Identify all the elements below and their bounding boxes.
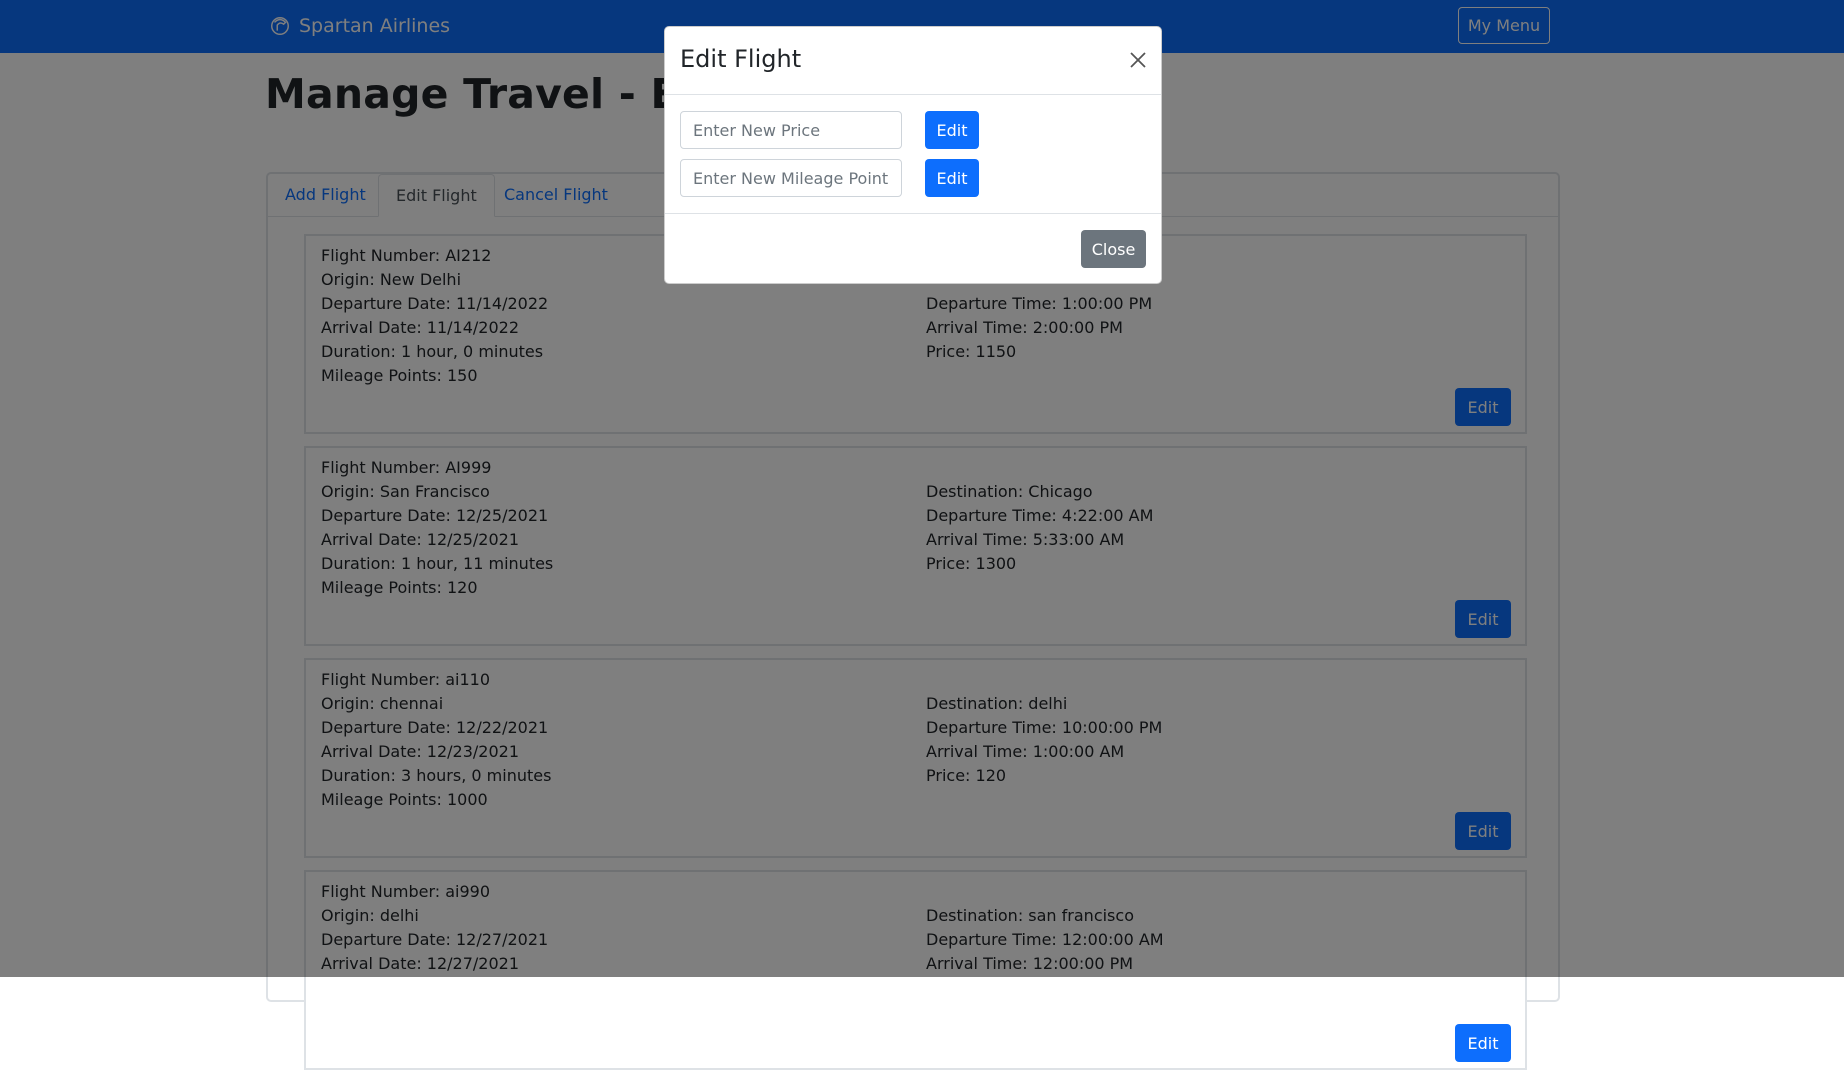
close-icon[interactable] xyxy=(1127,49,1149,71)
edit-price-button[interactable]: Edit xyxy=(925,111,979,149)
new-mileage-input[interactable] xyxy=(680,159,902,197)
edit-mileage-button[interactable]: Edit xyxy=(925,159,979,197)
modal-footer: Close xyxy=(665,213,1161,284)
modal-header: Edit Flight xyxy=(665,27,1161,95)
edit-flight-button[interactable]: Edit xyxy=(1455,1024,1511,1062)
close-button[interactable]: Close xyxy=(1081,230,1146,268)
modal-title: Edit Flight xyxy=(680,45,802,73)
edit-flight-modal: Edit Flight Edit Edit Close xyxy=(664,26,1162,284)
new-price-input[interactable] xyxy=(680,111,902,149)
